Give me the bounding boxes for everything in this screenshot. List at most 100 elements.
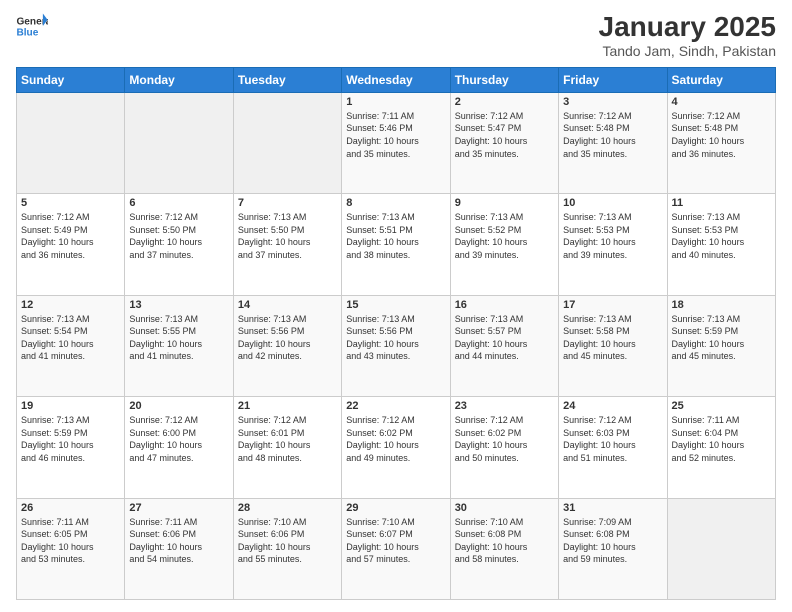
day-info: Sunrise: 7:13 AM Sunset: 5:52 PM Dayligh… — [455, 211, 554, 261]
day-number: 22 — [346, 400, 445, 412]
calendar-cell — [125, 92, 233, 193]
calendar-cell: 9 Sunrise: 7:13 AM Sunset: 5:52 PM Daylig… — [450, 194, 558, 295]
day-number: 11 — [672, 197, 771, 209]
calendar-cell: 1 Sunrise: 7:11 AM Sunset: 5:46 PM Daylig… — [342, 92, 450, 193]
calendar-week-4: 19 Sunrise: 7:13 AM Sunset: 5:59 PM Dayli… — [17, 397, 776, 498]
logo: General Blue — [16, 12, 48, 40]
calendar-cell: 18 Sunrise: 7:13 AM Sunset: 5:59 PM Dayli… — [667, 295, 775, 396]
day-info: Sunrise: 7:10 AM Sunset: 6:08 PM Dayligh… — [455, 516, 554, 566]
day-number: 31 — [563, 502, 662, 514]
day-info: Sunrise: 7:13 AM Sunset: 5:51 PM Dayligh… — [346, 211, 445, 261]
calendar-header-row: Sunday Monday Tuesday Wednesday Thursday… — [17, 67, 776, 92]
day-info: Sunrise: 7:11 AM Sunset: 6:06 PM Dayligh… — [129, 516, 228, 566]
day-number: 29 — [346, 502, 445, 514]
day-number: 18 — [672, 299, 771, 311]
day-number: 13 — [129, 299, 228, 311]
calendar-cell: 25 Sunrise: 7:11 AM Sunset: 6:04 PM Dayli… — [667, 397, 775, 498]
calendar-cell: 29 Sunrise: 7:10 AM Sunset: 6:07 PM Dayli… — [342, 498, 450, 599]
calendar-cell: 3Sunrise: 7:12 AM Sunset: 5:48 PM Daylig… — [559, 92, 667, 193]
day-info: Sunrise: 7:12 AM Sunset: 5:48 PM Dayligh… — [672, 110, 771, 160]
calendar-cell: 20 Sunrise: 7:12 AM Sunset: 6:00 PM Dayli… — [125, 397, 233, 498]
day-info: Sunrise: 7:13 AM Sunset: 5:56 PM Dayligh… — [346, 313, 445, 363]
calendar-cell: 11 Sunrise: 7:13 AM Sunset: 5:53 PM Dayli… — [667, 194, 775, 295]
day-number: 20 — [129, 400, 228, 412]
col-thursday: Thursday — [450, 67, 558, 92]
day-number: 6 — [129, 197, 228, 209]
day-number: 1 — [346, 96, 445, 108]
day-info: Sunrise: 7:13 AM Sunset: 5:53 PM Dayligh… — [563, 211, 662, 261]
calendar-cell: 13 Sunrise: 7:13 AM Sunset: 5:55 PM Dayli… — [125, 295, 233, 396]
day-number: 10 — [563, 197, 662, 209]
day-number: 9 — [455, 197, 554, 209]
day-number: 12 — [21, 299, 120, 311]
day-info: Sunrise: 7:12 AM Sunset: 6:03 PM Dayligh… — [563, 414, 662, 464]
day-info: Sunrise: 7:13 AM Sunset: 5:55 PM Dayligh… — [129, 313, 228, 363]
day-number: 26 — [21, 502, 120, 514]
col-tuesday: Tuesday — [233, 67, 341, 92]
day-number: 27 — [129, 502, 228, 514]
day-number: 16 — [455, 299, 554, 311]
col-friday: Friday — [559, 67, 667, 92]
day-number: 25 — [672, 400, 771, 412]
day-info: Sunrise: 7:11 AM Sunset: 6:04 PM Dayligh… — [672, 414, 771, 464]
calendar-cell: 31Sunrise: 7:09 AM Sunset: 6:08 PM Dayli… — [559, 498, 667, 599]
day-info: Sunrise: 7:13 AM Sunset: 5:57 PM Dayligh… — [455, 313, 554, 363]
day-number: 19 — [21, 400, 120, 412]
calendar-cell: 23 Sunrise: 7:12 AM Sunset: 6:02 PM Dayli… — [450, 397, 558, 498]
calendar-cell — [667, 498, 775, 599]
day-number: 28 — [238, 502, 337, 514]
col-wednesday: Wednesday — [342, 67, 450, 92]
calendar-cell — [17, 92, 125, 193]
calendar-cell: 24Sunrise: 7:12 AM Sunset: 6:03 PM Dayli… — [559, 397, 667, 498]
calendar-cell: 16 Sunrise: 7:13 AM Sunset: 5:57 PM Dayli… — [450, 295, 558, 396]
day-info: Sunrise: 7:10 AM Sunset: 6:06 PM Dayligh… — [238, 516, 337, 566]
day-info: Sunrise: 7:12 AM Sunset: 5:50 PM Dayligh… — [129, 211, 228, 261]
day-number: 5 — [21, 197, 120, 209]
calendar-cell: 10 Sunrise: 7:13 AM Sunset: 5:53 PM Dayli… — [559, 194, 667, 295]
main-title: January 2025 — [599, 12, 776, 43]
calendar-cell: 27 Sunrise: 7:11 AM Sunset: 6:06 PM Dayli… — [125, 498, 233, 599]
day-number: 2 — [455, 96, 554, 108]
calendar-cell: 6 Sunrise: 7:12 AM Sunset: 5:50 PM Daylig… — [125, 194, 233, 295]
day-info: Sunrise: 7:11 AM Sunset: 6:05 PM Dayligh… — [21, 516, 120, 566]
day-number: 8 — [346, 197, 445, 209]
day-info: Sunrise: 7:13 AM Sunset: 5:59 PM Dayligh… — [672, 313, 771, 363]
logo-icon: General Blue — [16, 12, 48, 40]
day-info: Sunrise: 7:13 AM Sunset: 5:59 PM Dayligh… — [21, 414, 120, 464]
day-number: 3 — [563, 96, 662, 108]
page: General Blue January 2025 Tando Jam, Sin… — [0, 0, 792, 612]
col-saturday: Saturday — [667, 67, 775, 92]
day-info: Sunrise: 7:12 AM Sunset: 6:00 PM Dayligh… — [129, 414, 228, 464]
header: General Blue January 2025 Tando Jam, Sin… — [16, 12, 776, 59]
day-info: Sunrise: 7:12 AM Sunset: 6:01 PM Dayligh… — [238, 414, 337, 464]
day-info: Sunrise: 7:12 AM Sunset: 6:02 PM Dayligh… — [346, 414, 445, 464]
calendar-cell: 19 Sunrise: 7:13 AM Sunset: 5:59 PM Dayli… — [17, 397, 125, 498]
day-number: 7 — [238, 197, 337, 209]
day-info: Sunrise: 7:10 AM Sunset: 6:07 PM Dayligh… — [346, 516, 445, 566]
title-block: January 2025 Tando Jam, Sindh, Pakistan — [599, 12, 776, 59]
day-info: Sunrise: 7:13 AM Sunset: 5:53 PM Dayligh… — [672, 211, 771, 261]
calendar-cell: 12 Sunrise: 7:13 AM Sunset: 5:54 PM Dayli… — [17, 295, 125, 396]
day-number: 15 — [346, 299, 445, 311]
calendar-week-3: 12 Sunrise: 7:13 AM Sunset: 5:54 PM Dayli… — [17, 295, 776, 396]
calendar-cell: 21Sunrise: 7:12 AM Sunset: 6:01 PM Dayli… — [233, 397, 341, 498]
calendar-cell: 7 Sunrise: 7:13 AM Sunset: 5:50 PM Daylig… — [233, 194, 341, 295]
day-number: 23 — [455, 400, 554, 412]
day-info: Sunrise: 7:13 AM Sunset: 5:58 PM Dayligh… — [563, 313, 662, 363]
day-info: Sunrise: 7:12 AM Sunset: 6:02 PM Dayligh… — [455, 414, 554, 464]
calendar-cell: 8 Sunrise: 7:13 AM Sunset: 5:51 PM Daylig… — [342, 194, 450, 295]
day-number: 14 — [238, 299, 337, 311]
calendar-cell: 14 Sunrise: 7:13 AM Sunset: 5:56 PM Dayli… — [233, 295, 341, 396]
day-info: Sunrise: 7:12 AM Sunset: 5:47 PM Dayligh… — [455, 110, 554, 160]
calendar-cell: 26 Sunrise: 7:11 AM Sunset: 6:05 PM Dayli… — [17, 498, 125, 599]
day-info: Sunrise: 7:11 AM Sunset: 5:46 PM Dayligh… — [346, 110, 445, 160]
day-info: Sunrise: 7:13 AM Sunset: 5:50 PM Dayligh… — [238, 211, 337, 261]
day-info: Sunrise: 7:13 AM Sunset: 5:54 PM Dayligh… — [21, 313, 120, 363]
svg-text:Blue: Blue — [16, 27, 38, 38]
day-info: Sunrise: 7:13 AM Sunset: 5:56 PM Dayligh… — [238, 313, 337, 363]
calendar-cell: 2 Sunrise: 7:12 AM Sunset: 5:47 PM Daylig… — [450, 92, 558, 193]
day-number: 17 — [563, 299, 662, 311]
calendar-cell: 22 Sunrise: 7:12 AM Sunset: 6:02 PM Dayli… — [342, 397, 450, 498]
calendar-table: Sunday Monday Tuesday Wednesday Thursday… — [16, 67, 776, 600]
calendar-cell — [233, 92, 341, 193]
